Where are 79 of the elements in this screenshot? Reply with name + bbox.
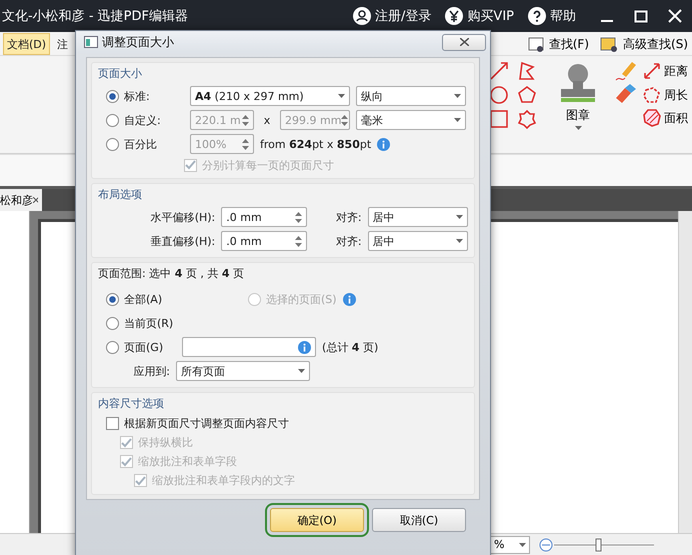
measure-tool[interactable]: 面积 [642, 108, 688, 128]
field-label: 对齐: [334, 234, 362, 248]
perimeter-icon [642, 85, 662, 105]
rectangle-icon[interactable] [488, 108, 510, 130]
dialog-title: 调整页面大小 [102, 34, 174, 50]
field-label: 水平偏移(H): [150, 210, 216, 224]
area-icon [642, 108, 662, 128]
radio-option[interactable]: 标准: [106, 88, 184, 104]
radio-option[interactable]: 自定义: [106, 112, 184, 128]
checkmark-icon [121, 438, 132, 448]
caret-icon [454, 94, 461, 98]
eraser-icon[interactable] [614, 84, 638, 106]
offset-field[interactable]: .0 mm [221, 231, 307, 251]
arrow-icon[interactable] [488, 60, 510, 82]
align-select[interactable]: 居中 [368, 207, 468, 227]
close-icon [460, 38, 468, 46]
ribbon-tab[interactable]: 文档(D) [3, 33, 50, 55]
pages-field[interactable] [182, 337, 316, 357]
spinner-icon [242, 138, 249, 150]
checkmark-icon [185, 160, 196, 170]
checkbox-option[interactable]: 根据新页面尺寸调整页面内容尺寸 [106, 416, 289, 431]
header-link[interactable]: 帮助 [528, 7, 576, 25]
unit-select[interactable]: 毫米 [356, 110, 466, 130]
field-label: 应用到: [132, 364, 170, 378]
section-title: 布局选项 [98, 187, 143, 202]
times-sign: x [262, 114, 272, 126]
close-icon[interactable] [33, 197, 38, 203]
caret-icon [519, 542, 526, 546]
info-icon [298, 340, 311, 354]
window-icon [84, 36, 98, 48]
apply-select[interactable]: 所有页面 [176, 361, 310, 381]
radio-option[interactable]: 全部(A) [106, 292, 162, 306]
checkmark-icon [135, 476, 146, 486]
pentagon-icon[interactable] [516, 84, 538, 106]
field-label: 对齐: [334, 210, 362, 224]
scrollbar[interactable] [678, 211, 692, 533]
total-pages-text: (总计 4 页) [322, 340, 378, 354]
spinner-icon [294, 236, 302, 246]
radio-option[interactable]: 百分比 [106, 136, 184, 152]
source-size-text: from 624pt x 850pt [260, 138, 372, 150]
close-button[interactable] [442, 34, 486, 50]
circle-icon[interactable] [488, 84, 510, 106]
field-label: 垂直偏移(H): [150, 234, 216, 248]
spinner-icon [341, 114, 348, 126]
section-title: 页面大小 [98, 66, 143, 81]
caret-icon [456, 239, 463, 243]
offset-field[interactable]: .0 mm [221, 207, 307, 227]
header-link[interactable]: 购买VIP [445, 7, 514, 25]
checkmark-icon [121, 456, 132, 466]
dialog-button[interactable]: 取消(C) [372, 508, 466, 532]
caret-icon [454, 118, 461, 122]
caret-icon [574, 126, 582, 130]
orientation-select[interactable]: 纵向 [356, 86, 466, 106]
section-title: 内容尺寸选项 [98, 396, 165, 411]
spinner-icon [242, 114, 249, 126]
measure-tool[interactable]: 距离 [642, 61, 688, 81]
search-button[interactable]: 查找(F) [522, 33, 594, 55]
yen-icon [445, 7, 464, 25]
search-button[interactable]: 高级查找(S) [596, 33, 692, 55]
zoom-field[interactable]: % [490, 536, 530, 554]
caret-icon [298, 369, 305, 373]
size-select[interactable]: A4 (210 x 297 mm) [190, 86, 350, 106]
radio-option[interactable]: 页面(G) [106, 340, 176, 354]
align-select[interactable]: 居中 [368, 231, 468, 251]
section-title: 页面范围: 选中 4 页 , 共 4 页 [98, 267, 244, 280]
ribbon-tab[interactable]: 注 [53, 33, 72, 55]
distance-icon [642, 61, 662, 81]
document-tab[interactable]: 松和彦 [0, 189, 42, 211]
window-title: 文化-小松和彦 - 迅捷PDF编辑器 [2, 8, 188, 25]
info-icon [377, 138, 390, 150]
help-icon [528, 7, 546, 25]
user-icon [353, 7, 372, 25]
stamp-button[interactable]: 图章 [548, 60, 608, 131]
radio-option[interactable]: 当前页(R) [106, 316, 174, 330]
header-link[interactable]: 注册/登录 [353, 7, 432, 25]
info-icon [342, 292, 356, 306]
spinner-icon [294, 212, 302, 222]
measure-tool[interactable]: 周长 [642, 85, 688, 105]
caret-icon [338, 94, 345, 98]
